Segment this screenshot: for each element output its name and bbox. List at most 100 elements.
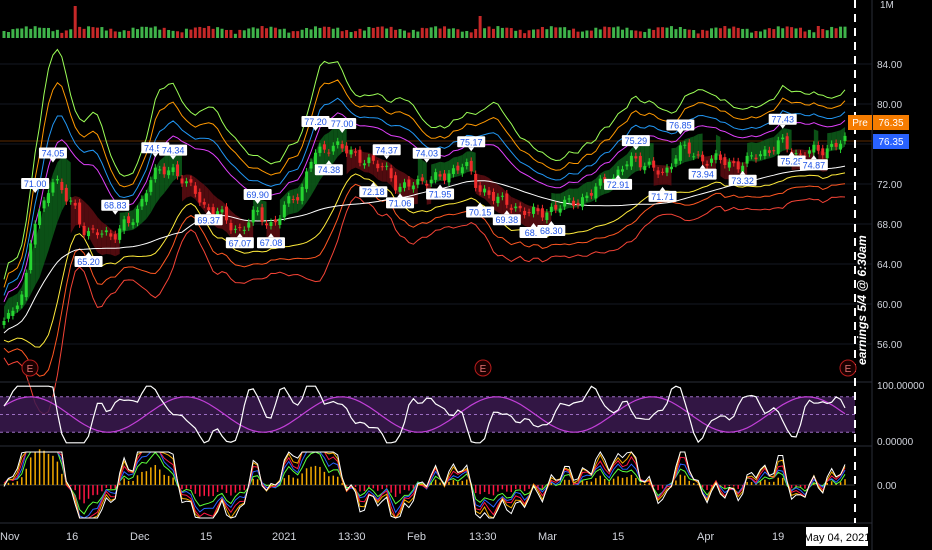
candle-body	[158, 169, 162, 171]
candle-body	[491, 191, 495, 201]
candle-body	[723, 157, 727, 166]
volume-bar	[6, 32, 10, 38]
candle-body	[233, 228, 237, 230]
candle-body	[661, 171, 665, 173]
candle-body	[834, 142, 838, 147]
earnings-marker-3[interactable]: E	[839, 359, 857, 377]
candle-body	[140, 198, 144, 207]
candle-body	[305, 171, 309, 189]
volume-bar	[799, 27, 803, 38]
volume-bar	[278, 29, 282, 38]
band-fill-segment	[698, 133, 703, 158]
candle-body	[318, 146, 322, 153]
volume-bar	[474, 28, 478, 38]
volume-bar	[100, 27, 104, 38]
candle-body	[701, 154, 705, 162]
volume-bar	[683, 28, 687, 38]
volume-bar	[29, 28, 33, 38]
volume-bar	[251, 27, 255, 38]
volume-bar	[661, 27, 665, 38]
candle-body	[260, 207, 264, 222]
volume-bar	[398, 29, 402, 38]
candle-body	[345, 145, 349, 154]
volume-bar	[536, 29, 540, 38]
volume-bar	[483, 28, 487, 38]
volume-bar	[55, 29, 59, 38]
candle-body	[180, 178, 184, 184]
volume-bar	[545, 29, 549, 38]
volume-bar	[469, 32, 473, 38]
candle-body	[2, 321, 6, 325]
volume-bar	[652, 29, 656, 38]
volume-bar	[127, 30, 131, 38]
volume-bar	[109, 28, 113, 38]
candle-body	[104, 230, 108, 233]
price-annotation-text: 69.37	[197, 215, 220, 225]
candle-body	[505, 193, 509, 205]
candle-body	[518, 205, 522, 209]
band-fill-segment	[586, 181, 592, 203]
volume-bar	[629, 30, 633, 38]
volume-bar	[758, 31, 762, 38]
candle-body	[127, 216, 131, 224]
volume-bar	[46, 27, 50, 38]
earnings-marker-2[interactable]: E	[474, 359, 492, 377]
candle-body	[527, 212, 531, 214]
candle-body	[420, 177, 424, 181]
volume-bar	[144, 26, 148, 38]
volume-bar	[532, 29, 536, 38]
candle-body	[282, 204, 286, 218]
candle-body	[394, 175, 398, 191]
volume-bar	[207, 26, 211, 38]
candle-body	[634, 156, 638, 159]
candle-body	[447, 173, 451, 183]
price-annotation-text: 73.94	[691, 170, 714, 180]
band-fill-segment	[97, 217, 102, 255]
earnings-marker-1[interactable]: E	[21, 359, 39, 377]
candle-body	[830, 143, 834, 147]
volume-bar	[224, 29, 228, 38]
chart-stage[interactable]: 71.0074.0565.2068.8374.5774.3469.3767.07…	[0, 0, 932, 550]
candle-body	[149, 180, 153, 192]
volume-bar	[131, 27, 135, 38]
candle-body	[669, 166, 673, 170]
price-annotation-text: 74.05	[42, 149, 65, 159]
price-annotation-text: 73.32	[731, 176, 754, 186]
x-tick-15b: 15	[612, 531, 624, 543]
price-annotation-text: 69.90	[246, 190, 269, 200]
price-tick-72: 72.00	[877, 180, 902, 191]
candle-body	[696, 154, 700, 156]
volume-bar	[451, 28, 455, 38]
candle-body	[558, 208, 562, 213]
volume-bar	[309, 29, 313, 38]
volume-bar	[402, 30, 406, 38]
volume-bar	[95, 27, 99, 38]
volume-bar	[638, 31, 642, 38]
band-fill-segment	[769, 137, 774, 159]
candle-body	[207, 207, 211, 211]
candle-body	[434, 172, 438, 180]
volume-bar	[643, 32, 647, 38]
candle-body	[193, 185, 197, 194]
price-annotation-text: 72.91	[607, 180, 630, 190]
osc-tick-100: 100.00000	[877, 381, 925, 392]
candle-body	[131, 222, 135, 226]
volume-bar	[478, 16, 482, 38]
candle-body	[812, 144, 816, 153]
volume-bar	[772, 29, 776, 38]
candle-body	[576, 202, 580, 206]
volume-bar	[710, 28, 714, 38]
volume-bar	[750, 32, 754, 38]
band-fill-segment	[715, 134, 721, 157]
volume-bar	[331, 28, 335, 38]
volume-bar	[527, 30, 531, 38]
candle-body	[665, 167, 669, 173]
candle-body	[122, 219, 126, 231]
candle-body	[362, 163, 366, 166]
candle-body	[483, 188, 487, 193]
volume-bar	[354, 31, 358, 38]
volume-bar	[438, 28, 442, 38]
price-annotation-text: 74.37	[375, 145, 398, 155]
band-fill-segment	[110, 229, 116, 257]
candle-body	[51, 182, 55, 193]
